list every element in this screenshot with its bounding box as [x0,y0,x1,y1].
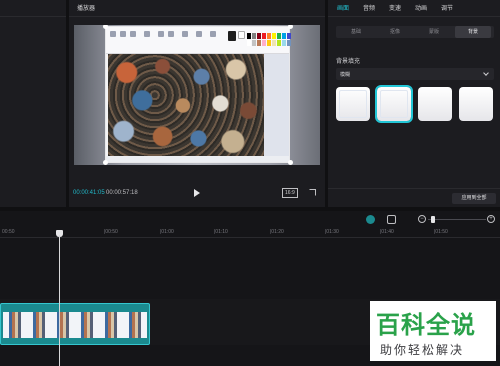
text-icon [182,31,188,37]
tab-audio[interactable]: 音频 [363,3,375,12]
apply-to-all-button[interactable]: 应用到全部 [452,193,496,204]
fill-icon [168,31,174,37]
ruler-tick: |00:50 [104,229,118,235]
playhead-line [59,235,60,366]
color2-icon [238,31,245,39]
ruler-tick: |01:50 [434,229,448,235]
split-view-icon[interactable] [387,215,396,224]
time-ruler[interactable]: 00:50 |00:50 |01:00 |01:10 |01:20 |01:30… [0,228,500,238]
color-palette [247,33,291,47]
brush-icon [196,31,202,37]
select-icon [130,31,136,37]
video-clip[interactable] [0,303,150,345]
subtab-keying[interactable]: 抠像 [377,26,413,38]
watermark-main-text: 百科全说 [376,312,476,339]
background-fill-value: 模糊 [340,72,351,78]
preview-frame[interactable] [105,26,291,163]
canvas-empty-area [264,54,289,157]
properties-panel: 画面 音频 变速 动画 调节 基础 抠像 蒙版 背景 背景填充 模糊 应用到全部 [328,0,500,207]
shapes-icon [210,31,216,37]
player-panel: 播放器 00:00:41:05 00:00:57:18 16:9 [69,0,325,207]
blur-option-4[interactable] [459,87,493,121]
ruler-tick: 00:50 [2,229,15,235]
tab-speed[interactable]: 变速 [389,3,401,12]
background-fill-select[interactable]: 模糊 [336,68,494,80]
tab-picture[interactable]: 画面 [337,3,349,12]
ruler-tick: |01:20 [270,229,284,235]
fullscreen-icon[interactable] [309,189,316,196]
properties-footer-divider [328,188,500,189]
ruler-tick: |01:00 [160,229,174,235]
player-header-divider [69,16,325,17]
blur-thumbnail [339,90,367,118]
watermark-sub-text: 助你轻松解决 [380,343,465,357]
media-panel [0,0,66,207]
zoom-in-icon[interactable]: + [487,215,495,223]
zoom-slider-track[interactable] [428,219,486,220]
player-title: 播放器 [77,6,96,12]
pencil-icon [158,31,164,37]
video-editor-window: 播放器 00:00:41:05 00:00:57:18 16:9 画面 音频 变… [0,0,500,366]
total-duration: 00:00:57:18 [106,190,138,196]
background-fill-title: 背景填充 [336,59,361,65]
blur-option-3[interactable] [418,87,452,121]
zoom-slider-handle[interactable] [431,216,435,223]
watermark-logo: 百科全说 助你轻松解决 [370,301,496,361]
ruler-tick: |01:10 [214,229,228,235]
paint-statusbar [106,156,289,162]
current-time: 00:00:41:05 [73,190,105,196]
paste-icon [110,31,116,37]
snap-toggle-icon[interactable] [366,215,375,224]
pebbles-image [108,54,264,157]
resize-handle-bottom-right[interactable] [288,160,293,165]
paint-toolbar-image [106,27,291,54]
color1-icon [228,31,236,41]
zoom-out-icon[interactable]: − [418,215,426,223]
blur-thumbnail [380,90,408,118]
blur-option-2[interactable] [375,85,413,123]
chevron-down-icon [483,70,489,76]
aspect-ratio-button[interactable]: 16:9 [282,188,298,198]
subtab-background[interactable]: 背景 [455,26,491,38]
preview-canvas[interactable] [74,25,320,165]
timeline-toolbar: − + [0,211,500,228]
tab-animation[interactable]: 动画 [415,3,427,12]
subtab-basic[interactable]: 基础 [338,26,374,38]
ruler-tick: |01:30 [325,229,339,235]
property-tabs: 画面 音频 变速 动画 调节 [328,0,500,17]
blur-option-1[interactable] [336,87,370,121]
cut-icon [120,31,126,37]
clip-thumbnails [3,312,147,338]
picture-subtabs: 基础 抠像 蒙版 背景 [336,26,494,38]
crop-icon [144,31,150,37]
subtab-mask[interactable]: 蒙版 [416,26,452,38]
resize-handle-bottom-left[interactable] [103,160,108,165]
tab-adjust[interactable]: 调节 [441,3,453,12]
play-icon[interactable] [194,189,200,197]
media-panel-header [0,0,66,17]
ruler-tick: |01:40 [380,229,394,235]
